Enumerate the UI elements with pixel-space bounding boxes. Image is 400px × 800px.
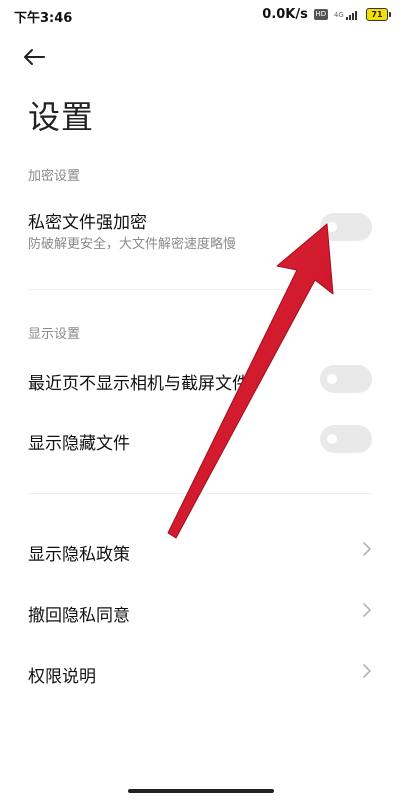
toggle-knob bbox=[327, 434, 337, 444]
divider bbox=[28, 289, 372, 290]
signal-label: 4G bbox=[333, 10, 344, 19]
battery-icon: 71 bbox=[366, 8, 391, 21]
permission-explanation-row[interactable]: 权限说明 bbox=[28, 662, 96, 687]
back-button[interactable] bbox=[22, 42, 56, 72]
toggle-knob bbox=[327, 374, 337, 384]
page-title: 设置 bbox=[28, 98, 95, 136]
status-time: 下午3:46 bbox=[14, 11, 73, 26]
status-icons: 0.0K/s HD 4G 71 bbox=[262, 7, 391, 22]
network-speed: 0.0K/s bbox=[262, 7, 308, 22]
signal-icon: 4G bbox=[334, 10, 360, 20]
section-header-encryption: 加密设置 bbox=[28, 169, 81, 184]
back-arrow-icon bbox=[24, 49, 45, 65]
chevron-right-icon bbox=[363, 664, 371, 678]
battery-level: 71 bbox=[371, 10, 383, 19]
revoke-privacy-consent-row[interactable]: 撤回隐私同意 bbox=[28, 601, 130, 626]
chevron-right-icon bbox=[363, 542, 371, 556]
strong-encryption-toggle[interactable] bbox=[320, 213, 372, 241]
setting-strong-encryption-title[interactable]: 私密文件强加密 bbox=[28, 208, 147, 233]
divider bbox=[28, 493, 372, 494]
toggle-knob bbox=[327, 222, 337, 232]
section-header-display: 显示设置 bbox=[28, 327, 81, 342]
setting-strong-encryption-subtitle: 防破解更安全，大文件解密速度略慢 bbox=[28, 237, 237, 252]
status-bar: 下午3:46 0.0K/s HD 4G 71 bbox=[0, 0, 400, 30]
setting-hide-camera-screenshot-title[interactable]: 最近页不显示相机与截屏文件 bbox=[28, 369, 249, 394]
hide-camera-screenshot-toggle[interactable] bbox=[320, 365, 372, 393]
home-indicator[interactable] bbox=[128, 789, 274, 793]
show-hidden-files-toggle[interactable] bbox=[320, 425, 372, 453]
privacy-policy-row[interactable]: 显示隐私政策 bbox=[28, 540, 130, 565]
setting-show-hidden-files-title[interactable]: 显示隐藏文件 bbox=[28, 429, 130, 454]
hd-icon: HD bbox=[313, 9, 328, 20]
chevron-right-icon bbox=[363, 603, 371, 617]
